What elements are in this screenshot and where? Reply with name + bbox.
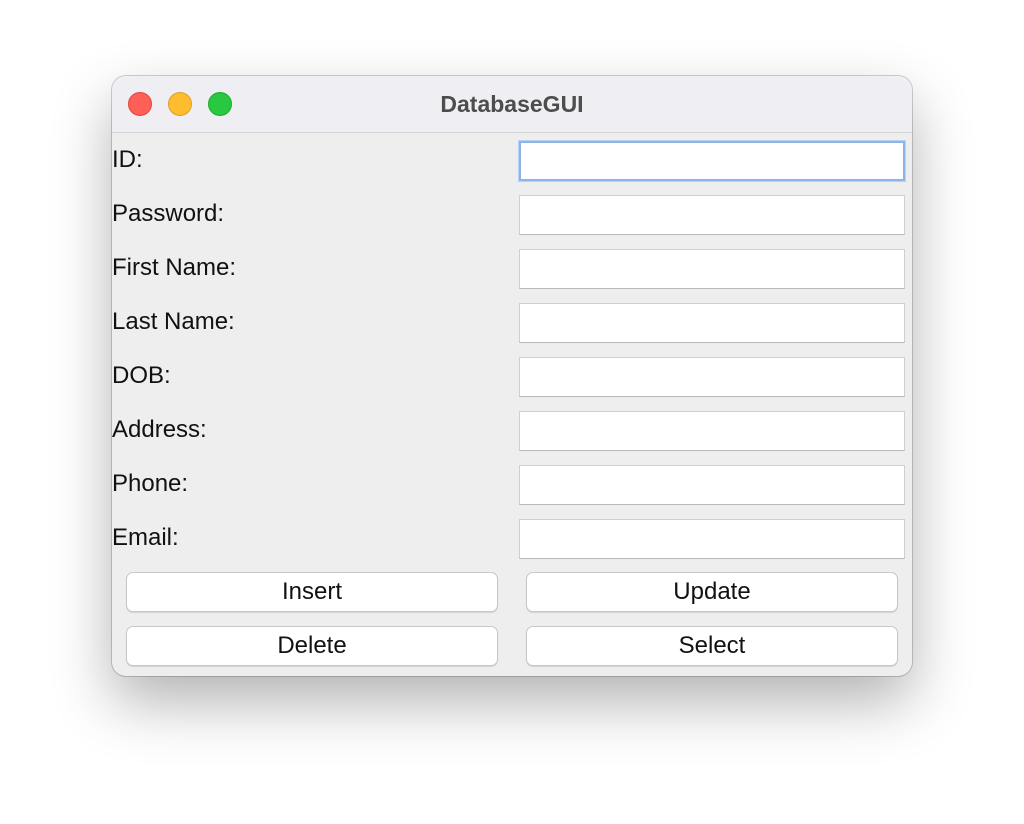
form-row-email: Email: [112,511,912,565]
email-label: Email: [112,524,179,551]
database-gui-window: DatabaseGUI ID: Password: First Name: La… [112,76,912,676]
window-title: DatabaseGUI [440,91,584,117]
insert-button[interactable]: Insert [126,572,498,612]
form-panel: ID: Password: First Name: Last Name: DOB… [112,133,912,676]
email-field[interactable] [519,519,905,559]
phone-label: Phone: [112,470,189,497]
password-label: Password: [112,200,225,227]
id-label: ID: [112,146,143,173]
form-row-id: ID: [112,133,912,187]
dob-label: DOB: [112,362,171,389]
address-field[interactable] [519,411,905,451]
title-bar[interactable]: DatabaseGUI [112,76,912,133]
dob-field[interactable] [519,357,905,397]
form-row-dob: DOB: [112,349,912,403]
last-name-field[interactable] [519,303,905,343]
select-button[interactable]: Select [526,626,898,666]
last-name-label: Last Name: [112,308,235,335]
first-name-field[interactable] [519,249,905,289]
form-row-address: Address: [112,403,912,457]
first-name-label: First Name: [112,254,237,281]
form-row-password: Password: [112,187,912,241]
password-field[interactable] [519,195,905,235]
address-label: Address: [112,416,207,443]
phone-field[interactable] [519,465,905,505]
form-row-last-name: Last Name: [112,295,912,349]
form-row-phone: Phone: [112,457,912,511]
form-row-first-name: First Name: [112,241,912,295]
delete-button[interactable]: Delete [126,626,498,666]
id-field[interactable] [519,141,905,181]
update-button[interactable]: Update [526,572,898,612]
